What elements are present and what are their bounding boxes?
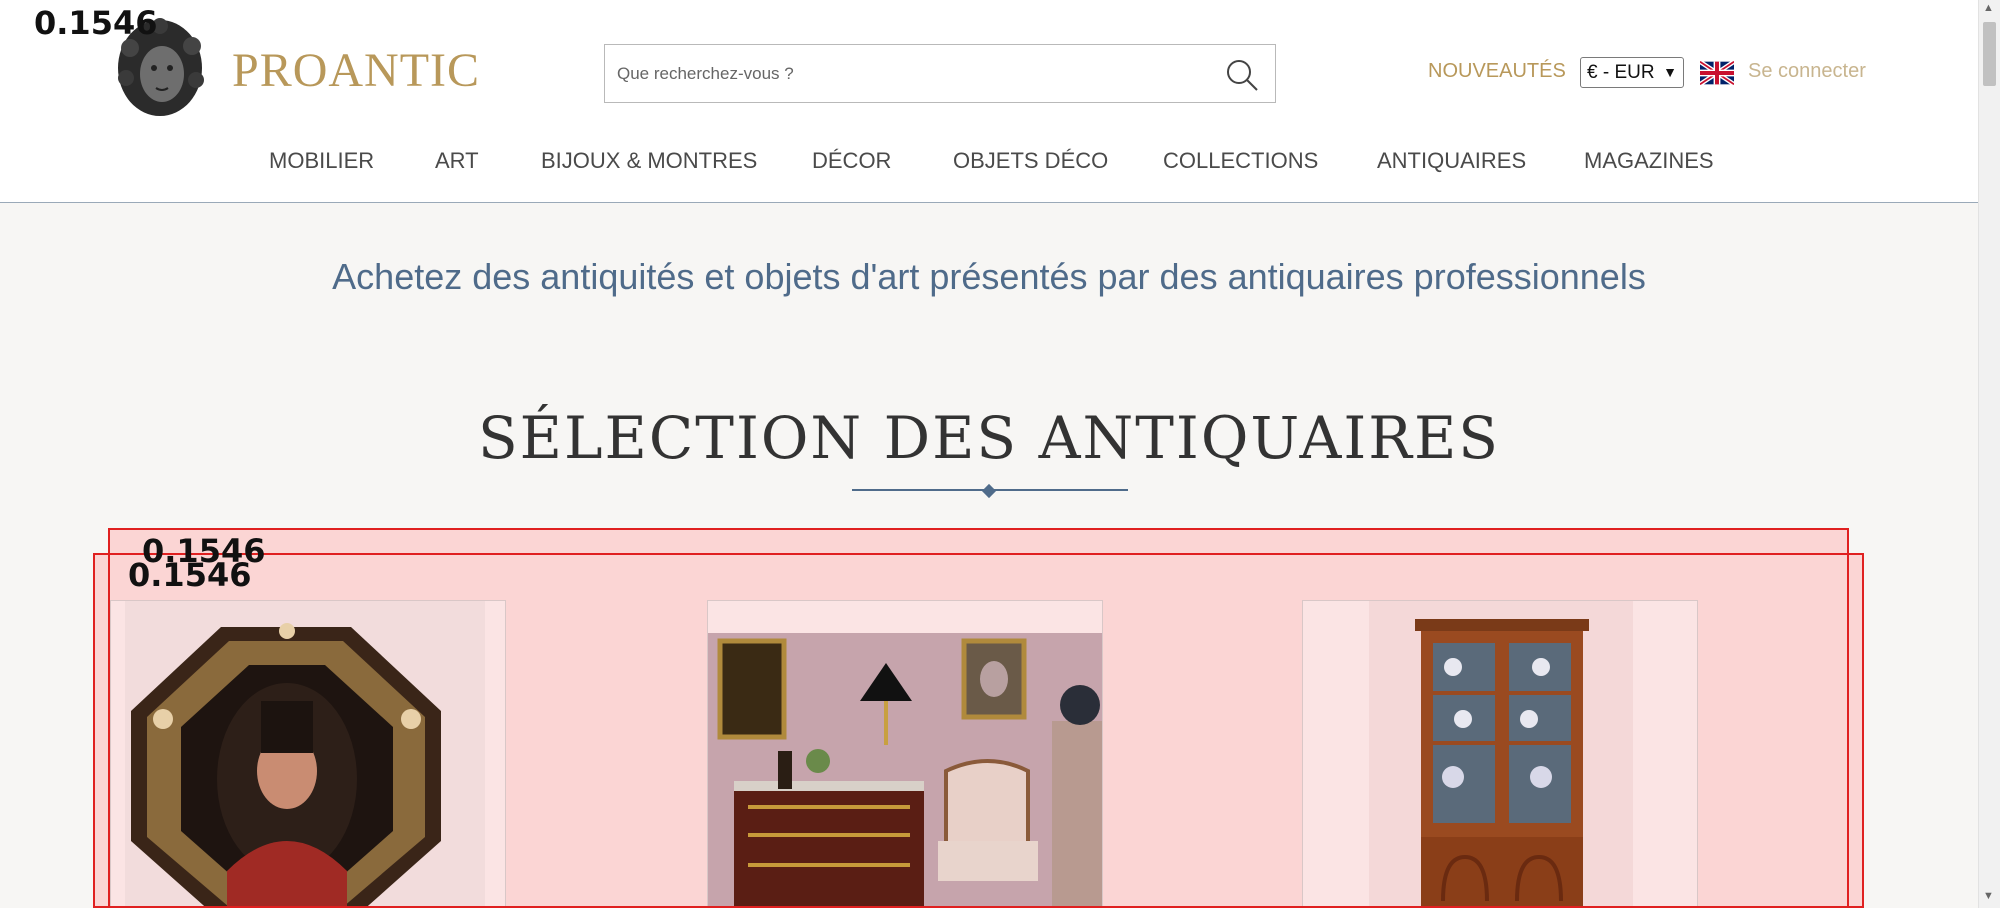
scroll-down-icon[interactable]: ▼ [1983,890,1994,902]
logo[interactable]: PROANTIC [110,18,480,122]
nav-item-bijoux[interactable]: BIJOUX & MONTRES [541,148,757,174]
site-header: PROANTIC NOUVEAUTÉS € - EUR ▼ Se connect… [0,0,1978,203]
score-label-top: 0.1546 [34,4,158,42]
search-input[interactable] [605,45,1195,102]
nav-item-antiquaires[interactable]: ANTIQUAIRES [1377,148,1526,174]
currency-value: € - EUR [1587,62,1655,83]
diamond-icon [981,483,997,499]
section-title: SÉLECTION DES ANTIQUAIRES [477,404,1501,472]
nav-item-collections[interactable]: COLLECTIONS [1163,148,1318,174]
tagline: Achetez des antiquités et objets d'art p… [332,256,1646,297]
nav-item-magazines[interactable]: MAGAZINES [1584,148,1714,174]
search-bar [604,44,1276,103]
score-label-2: 0.1546 [128,556,252,594]
chevron-down-icon: ▼ [1663,64,1677,80]
page-scrollbar[interactable]: ▲ ▼ [1978,0,2000,908]
uk-flag-icon[interactable] [1700,61,1734,85]
search-icon[interactable] [1225,58,1259,92]
nouveautes-link[interactable]: NOUVEAUTÉS [1428,60,1566,83]
scroll-up-icon[interactable]: ▲ [1983,2,1994,14]
currency-select[interactable]: € - EUR ▼ [1580,57,1684,88]
detection-box-2 [93,553,1864,908]
logo-text: PROANTIC [232,43,481,97]
scrollbar-thumb[interactable] [1983,22,1996,86]
nav-item-art[interactable]: ART [435,148,479,174]
nav-item-objets-deco[interactable]: OBJETS DÉCO [953,148,1108,174]
main-nav: MOBILIER ART BIJOUX & MONTRES DÉCOR OBJE… [0,148,1978,178]
nav-item-decor[interactable]: DÉCOR [812,148,891,174]
login-link[interactable]: Se connecter [1748,60,1866,83]
nav-item-mobilier[interactable]: MOBILIER [269,148,374,174]
